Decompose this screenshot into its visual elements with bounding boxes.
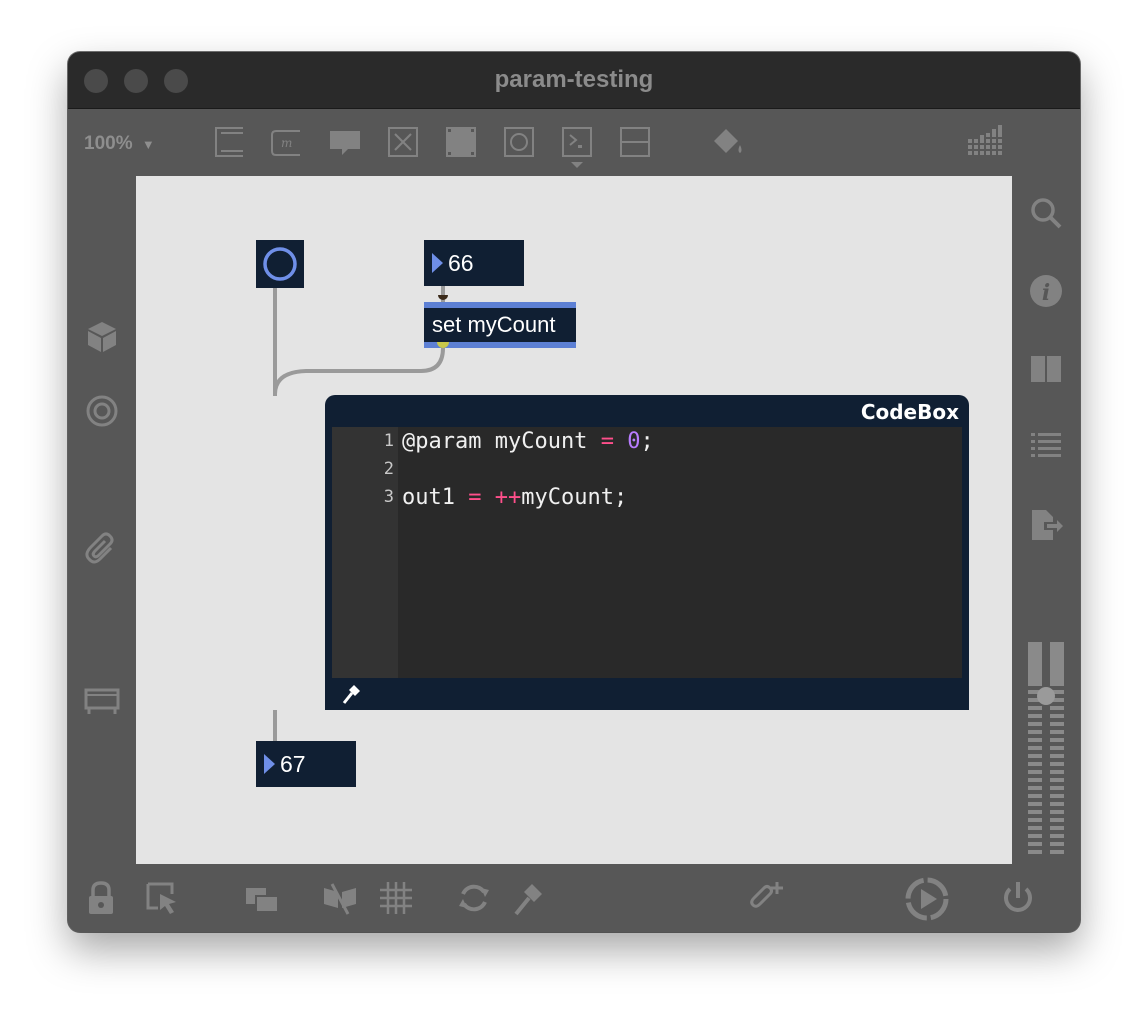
chevron-down-icon[interactable]: [570, 161, 584, 169]
package-cube-icon[interactable]: [85, 320, 119, 354]
lock-icon[interactable]: [84, 880, 118, 916]
code-token: myCount;: [521, 485, 628, 510]
add-attachment-icon[interactable]: [748, 880, 784, 916]
line-number: 3: [383, 487, 394, 507]
number-triangle-icon: [432, 253, 443, 273]
outlet-icon: [437, 342, 449, 348]
line-number: 1: [383, 431, 394, 451]
hide-cables-icon[interactable]: [322, 880, 358, 916]
book-icon[interactable]: [1029, 352, 1063, 386]
codebox-object[interactable]: CodeBox 1 2 3 @param myCount = 0; out1 =…: [325, 395, 969, 710]
title-bar: param-testing: [68, 52, 1080, 109]
object-box-icon[interactable]: [212, 125, 246, 159]
patcher-window: param-testing 100% ▼ m i 66 set myCount …: [68, 52, 1080, 932]
code-line[interactable]: out1 = ++myCount;: [402, 485, 627, 510]
top-toolbar: 100% ▼ m: [68, 109, 1080, 175]
number-box-value: 67: [280, 751, 306, 777]
info-icon[interactable]: i: [1029, 274, 1063, 308]
paperclip-icon[interactable]: [85, 532, 119, 566]
code-token: =: [600, 429, 614, 454]
code-token: ;: [640, 429, 654, 454]
svg-text:m: m: [281, 136, 292, 150]
hammer-icon[interactable]: [512, 880, 548, 916]
export-icon[interactable]: [1029, 508, 1063, 542]
message-box-icon[interactable]: m: [270, 125, 304, 159]
volume-meter-icon[interactable]: [1026, 642, 1066, 860]
presentation-icon[interactable]: [560, 125, 594, 159]
power-icon[interactable]: [1000, 880, 1036, 916]
chevron-down-icon: ▼: [141, 137, 155, 152]
window-title: param-testing: [494, 66, 654, 93]
code-token: out1: [402, 485, 469, 510]
list-icon[interactable]: [1029, 430, 1063, 464]
bang-button[interactable]: [256, 240, 304, 288]
hammer-icon[interactable]: [341, 683, 363, 705]
patcher-canvas[interactable]: 66 set myCount CodeBox 1 2 3 @param myCo…: [136, 176, 1012, 864]
paint-bucket-icon[interactable]: [710, 125, 744, 159]
zoom-dropdown[interactable]: 100% ▼: [84, 133, 155, 155]
code-line[interactable]: @param myCount = 0;: [402, 429, 654, 454]
code-token: 0: [627, 429, 641, 454]
number-box-top[interactable]: 66: [424, 240, 524, 286]
line-number-gutter: 1 2 3: [332, 427, 398, 678]
zoom-value: 100%: [84, 133, 133, 154]
message-box-label: set myCount: [432, 312, 556, 337]
code-token: ++: [494, 485, 522, 510]
play-audio-icon[interactable]: [902, 874, 952, 924]
bang-icon[interactable]: [502, 125, 536, 159]
svg-text:i: i: [1042, 280, 1050, 306]
grid-icon[interactable]: [378, 880, 414, 916]
number-box-value: 66: [448, 250, 474, 276]
refresh-icon[interactable]: [456, 880, 492, 916]
presentation-mode-icon[interactable]: [83, 684, 121, 718]
select-cursor-icon[interactable]: [144, 880, 180, 916]
bang-circle-icon: [263, 247, 297, 281]
comment-icon[interactable]: [328, 125, 362, 159]
search-icon[interactable]: [1029, 196, 1063, 230]
code-token: =: [468, 485, 482, 510]
panel-icon[interactable]: [444, 125, 478, 159]
number-box-bottom[interactable]: 67: [256, 741, 356, 787]
number-triangle-icon: [264, 754, 275, 774]
codebox-title: CodeBox: [860, 400, 959, 424]
layers-icon[interactable]: [244, 880, 280, 916]
target-icon[interactable]: [85, 394, 119, 428]
code-editor[interactable]: 1 2 3 @param myCount = 0; out1 = ++myCou…: [332, 427, 962, 678]
code-token: @param myCount: [402, 429, 601, 454]
toggle-icon[interactable]: [386, 125, 420, 159]
slider-icon[interactable]: [618, 125, 652, 159]
bottom-toolbar: [68, 864, 1080, 932]
line-number: 2: [383, 459, 394, 479]
grid-matrix-icon[interactable]: [966, 125, 1006, 159]
